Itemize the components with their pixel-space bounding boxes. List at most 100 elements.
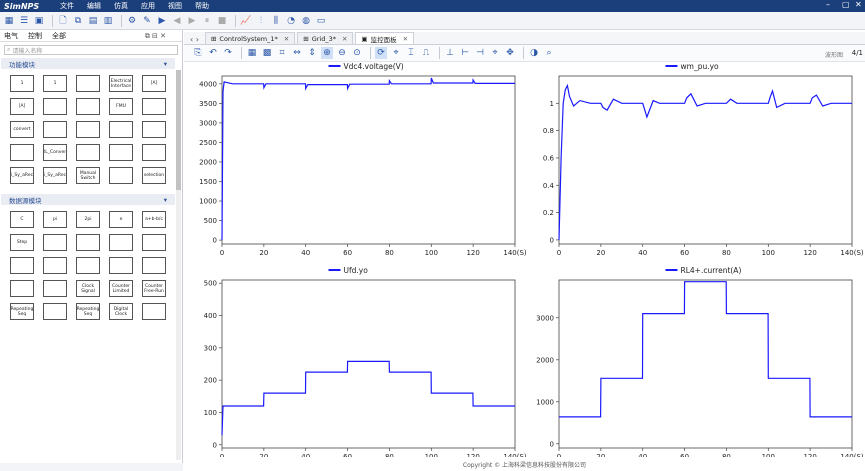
library-block[interactable]: convert xyxy=(10,121,34,138)
close-icon[interactable]: ✕ xyxy=(403,35,408,43)
tab-controlsystem[interactable]: ⊞ ControlSystem_1* ✕ xyxy=(204,32,296,44)
library-block[interactable] xyxy=(76,257,100,274)
library-block[interactable] xyxy=(43,234,67,251)
library-block[interactable]: 1 xyxy=(10,75,34,92)
crop-icon[interactable]: ⌗ xyxy=(276,47,288,59)
library-block[interactable]: a+b-b/c xyxy=(142,211,166,228)
library-block[interactable] xyxy=(142,144,166,161)
refresh-icon[interactable]: ⟳ xyxy=(375,47,387,59)
grid-icon[interactable]: ▦ xyxy=(3,15,15,27)
settings-icon[interactable]: ⚙ xyxy=(126,15,138,27)
tab-all[interactable]: 全部 xyxy=(52,31,66,41)
library-block[interactable] xyxy=(109,257,133,274)
library-block[interactable] xyxy=(43,121,67,138)
list-icon[interactable]: ☰ xyxy=(18,15,30,27)
library-block[interactable]: 2pi xyxy=(76,211,100,228)
library-block[interactable] xyxy=(109,234,133,251)
zoom-fit-icon[interactable]: ⊙ xyxy=(351,47,363,59)
menu-simulate[interactable]: 仿真 xyxy=(114,1,128,11)
library-block[interactable]: [A] xyxy=(10,98,34,115)
step-forward-icon[interactable]: ▶ xyxy=(186,15,198,27)
export-icon[interactable]: ⎘ xyxy=(192,47,204,59)
edit-icon[interactable]: ✎ xyxy=(141,15,153,27)
library-scrollbar[interactable] xyxy=(176,70,181,460)
library-block[interactable]: Repeating Seq xyxy=(76,303,100,320)
library-block[interactable] xyxy=(76,234,100,251)
panel-controls-icon[interactable]: ⧉ ⊟ ✕ xyxy=(145,32,166,41)
library-block[interactable] xyxy=(43,257,67,274)
library-block[interactable]: Counter Limited xyxy=(109,280,133,297)
axis-icon[interactable]: ⊥ xyxy=(444,47,456,59)
library-block[interactable] xyxy=(43,280,67,297)
fit-y-icon[interactable]: ⇕ xyxy=(306,47,318,59)
pie-icon[interactable]: ◑ xyxy=(528,47,540,59)
cursor-icon[interactable]: ⌶ xyxy=(405,47,417,59)
library-block[interactable] xyxy=(142,98,166,115)
library-block[interactable] xyxy=(142,257,166,274)
library-block[interactable] xyxy=(142,303,166,320)
monitor-icon[interactable]: ▭ xyxy=(315,15,327,27)
zoom-in-icon[interactable]: ⊕ xyxy=(321,47,333,59)
zoom-out-icon[interactable]: ⊖ xyxy=(336,47,348,59)
library-block[interactable] xyxy=(43,303,67,320)
crosshair-icon[interactable]: ⌖ xyxy=(390,47,402,59)
paste-icon[interactable]: ▤ xyxy=(87,15,99,27)
library-block[interactable]: [A] xyxy=(142,75,166,92)
library-block[interactable]: e xyxy=(109,211,133,228)
library-block[interactable]: Manual Switch xyxy=(76,167,100,184)
close-button[interactable]: ✕ xyxy=(855,0,862,9)
new-file-icon[interactable]: 🗋 xyxy=(57,15,69,27)
move-icon[interactable]: ✥ xyxy=(504,47,516,59)
library-block[interactable] xyxy=(76,121,100,138)
library-block[interactable] xyxy=(109,121,133,138)
library-block[interactable]: FMU xyxy=(109,98,133,115)
library-block[interactable]: Counter Free-Run xyxy=(142,280,166,297)
menu-help[interactable]: 帮助 xyxy=(195,1,209,11)
library-block[interactable]: 1 xyxy=(43,75,67,92)
marker-icon[interactable]: ⎍ xyxy=(420,47,432,59)
chart-icon[interactable]: 📈 xyxy=(240,15,252,27)
library-block[interactable] xyxy=(109,167,133,184)
adjust-icon[interactable]: ⫼ xyxy=(270,15,282,27)
scrollbar-thumb[interactable] xyxy=(176,70,181,190)
library-block[interactable]: Repeating Seq xyxy=(10,303,34,320)
fit-x-icon[interactable]: ⇔ xyxy=(291,47,303,59)
library-block[interactable]: pi xyxy=(43,211,67,228)
window-icon[interactable]: ▣ xyxy=(33,15,45,27)
library-block[interactable]: Digital Clock xyxy=(109,303,133,320)
maximize-button[interactable]: ▢ xyxy=(842,0,850,9)
sliders-icon[interactable]: ⫶ xyxy=(255,15,267,27)
library-block[interactable] xyxy=(142,121,166,138)
tab-nav-icon[interactable]: ‹ › xyxy=(190,35,199,44)
pause-icon[interactable]: ⏸ xyxy=(201,15,213,27)
library-block[interactable]: RL_Convert xyxy=(43,144,67,161)
play-icon[interactable]: ▶ xyxy=(156,15,168,27)
library-block[interactable] xyxy=(10,144,34,161)
measure-icon[interactable]: ⊢ xyxy=(459,47,471,59)
undo-icon[interactable]: ↶ xyxy=(207,47,219,59)
library-block[interactable]: Si_Sy_aRecd xyxy=(10,167,34,184)
menu-apps[interactable]: 应用 xyxy=(141,1,155,11)
dashboard-icon[interactable]: ◍ xyxy=(300,15,312,27)
library-block[interactable] xyxy=(76,75,100,92)
tab-electrical[interactable]: 电气 xyxy=(4,31,18,41)
redo-icon[interactable]: ↷ xyxy=(222,47,234,59)
library-search-input[interactable]: ⌕ 请输入名称 xyxy=(4,45,178,55)
menu-file[interactable]: 文件 xyxy=(60,1,74,11)
close-icon[interactable]: ✕ xyxy=(342,35,347,43)
minimize-button[interactable]: – xyxy=(826,0,830,9)
copy-icon[interactable]: ⧉ xyxy=(72,15,84,27)
library-block[interactable] xyxy=(76,144,100,161)
library-block[interactable] xyxy=(10,280,34,297)
tab-grid[interactable]: ⊞ Grid_3* ✕ xyxy=(297,32,354,44)
close-icon[interactable]: ✕ xyxy=(284,35,289,43)
library-block[interactable] xyxy=(10,257,34,274)
library-block[interactable] xyxy=(76,98,100,115)
step-back-icon[interactable]: ◀ xyxy=(171,15,183,27)
tab-control[interactable]: 控制 xyxy=(28,31,42,41)
library-block[interactable]: C xyxy=(10,211,34,228)
stop-icon[interactable]: ■ xyxy=(216,15,228,27)
tab-monitor-panel[interactable]: ▣ 监控面板 ✕ xyxy=(355,32,415,44)
library-block[interactable] xyxy=(43,98,67,115)
menu-edit[interactable]: 编辑 xyxy=(87,1,101,11)
